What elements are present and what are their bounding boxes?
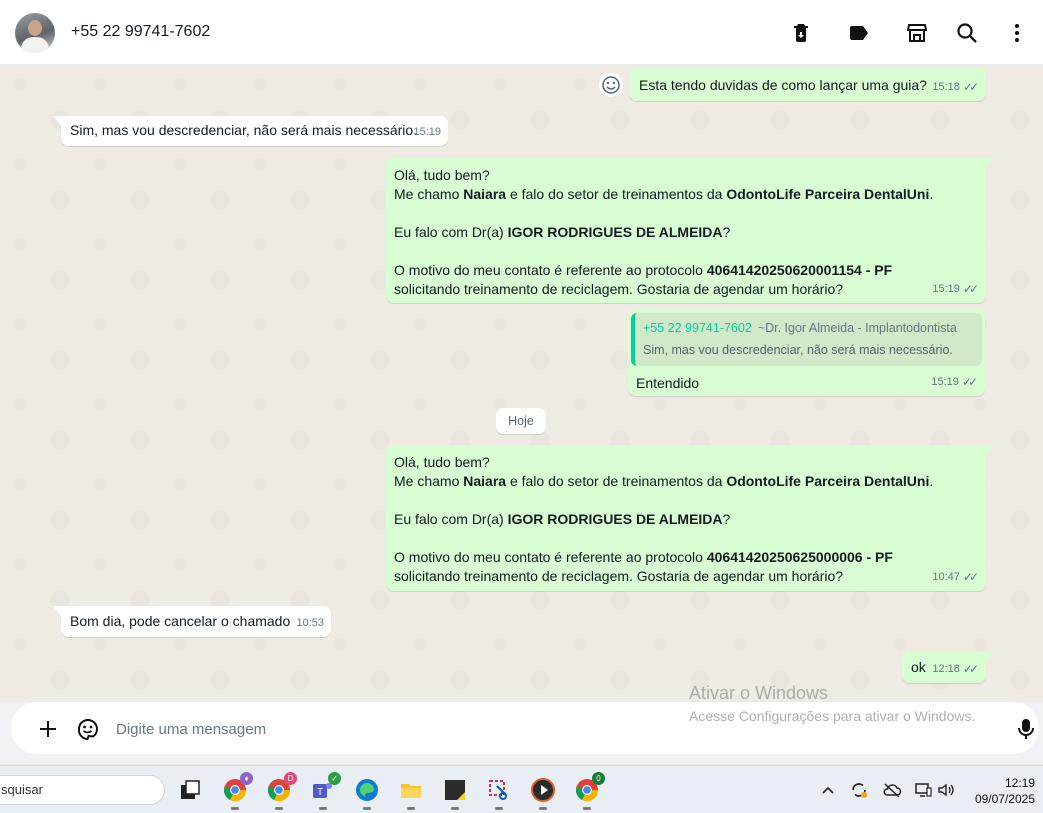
- chrome-icon[interactable]: ♦: [221, 772, 253, 810]
- message-text: Esta tendo duvidas de como lançar uma gu…: [639, 77, 927, 93]
- emoji-reaction-icon[interactable]: [599, 73, 623, 97]
- date-separator: Hoje: [496, 408, 546, 434]
- message-line: Me chamo Naiara e falo do setor de trein…: [394, 473, 934, 489]
- volume-icon[interactable]: [936, 780, 956, 800]
- microphone-icon[interactable]: [1014, 716, 1038, 742]
- message-line: solicitando treinamento de reciclagem. G…: [394, 568, 844, 584]
- message-time: 15:19: [931, 376, 959, 388]
- chrome-icon[interactable]: 0: [573, 772, 605, 810]
- message-meta: 15:19 ✓✓: [932, 280, 979, 299]
- message-time: 15:19: [932, 283, 960, 295]
- more-options-icon[interactable]: [1004, 20, 1030, 46]
- message-time: 15:18: [932, 81, 960, 93]
- quoted-message[interactable]: +55 22 99741-7602 ~Dr. Igor Almeida - Imp…: [631, 313, 982, 366]
- clock-time[interactable]: 12:19: [975, 776, 1035, 790]
- message-bubble-outgoing[interactable]: ok 12:18 ✓✓: [902, 652, 994, 683]
- read-ticks-icon: ✓✓: [962, 282, 979, 296]
- message-meta: 10:53: [296, 614, 324, 633]
- message-time: 15:19: [413, 126, 441, 138]
- attach-plus-icon[interactable]: [35, 716, 61, 742]
- message-bubble-incoming[interactable]: Bom dia, pode cancelar o chamado 10:53: [53, 606, 331, 637]
- contact-name[interactable]: +55 22 99741-7602: [71, 23, 210, 41]
- check-badge-icon: ✓: [328, 772, 341, 785]
- message-time: 12:18: [932, 663, 960, 675]
- quoted-alias: ~Dr. Igor Almeida - Implantodontista: [757, 321, 957, 335]
- message-meta: 12:18 ✓✓: [932, 660, 979, 679]
- file-explorer-icon[interactable]: [397, 776, 425, 810]
- media-player-icon[interactable]: [529, 776, 557, 810]
- edge-icon[interactable]: [353, 776, 381, 810]
- message-text: Bom dia, pode cancelar o chamado: [70, 613, 291, 629]
- message-bubble-outgoing-reply[interactable]: +55 22 99741-7602 ~Dr. Igor Almeida - Imp…: [628, 310, 985, 396]
- message-meta: 15:19: [413, 123, 441, 142]
- message-line: O motivo do meu contato é referente ao p…: [394, 549, 893, 565]
- message-text: ok: [911, 659, 926, 675]
- sync-icon[interactable]: [849, 780, 869, 800]
- delete-icon[interactable]: [788, 20, 814, 46]
- message-line: Olá, tudo bem?: [394, 167, 490, 183]
- cloud-offline-icon[interactable]: [882, 780, 902, 800]
- quoted-author: +55 22 99741-7602: [643, 321, 752, 335]
- read-ticks-icon: ✓✓: [962, 662, 979, 676]
- message-bubble-outgoing[interactable]: Olá, tudo bem? Me chamo Naiara e falo do…: [386, 158, 994, 303]
- activation-watermark-subtitle: Acesse Configurações para ativar o Windo…: [689, 708, 976, 724]
- message-time: 10:53: [296, 617, 324, 629]
- task-view-icon[interactable]: [176, 776, 204, 804]
- chevron-up-icon[interactable]: [818, 780, 838, 800]
- quoted-text: Sim, mas vou descredenciar, não será mai…: [643, 343, 953, 357]
- network-icon[interactable]: [913, 780, 933, 800]
- taskbar-search-box[interactable]: squisar: [0, 775, 165, 805]
- windows-taskbar: squisar ♦ D T ✓ 0 12:19 09/07/2025: [0, 765, 1043, 813]
- sticky-notes-icon[interactable]: [441, 776, 469, 810]
- message-bubble-incoming[interactable]: Sim, mas vou descredenciar, não será mai…: [53, 116, 448, 146]
- read-ticks-icon: ✓✓: [962, 570, 979, 584]
- chrome-icon[interactable]: D: [265, 772, 297, 810]
- message-time: 10:47: [932, 571, 960, 583]
- label-icon[interactable]: [846, 20, 872, 46]
- read-ticks-icon: ✓✓: [961, 375, 978, 389]
- profile-badge: 0: [592, 772, 605, 785]
- message-meta: 15:18 ✓✓: [932, 78, 979, 97]
- catalog-icon[interactable]: [904, 20, 930, 46]
- chat-header: +55 22 99741-7602: [0, 0, 1043, 65]
- message-line: Eu falo com Dr(a) IGOR RODRIGUES DE ALME…: [394, 511, 731, 527]
- activation-watermark-title: Ativar o Windows: [689, 683, 829, 703]
- message-line: Olá, tudo bem?: [394, 454, 490, 470]
- message-text: Entendido: [636, 375, 700, 391]
- sticker-icon[interactable]: [74, 715, 102, 743]
- message-bubble-outgoing[interactable]: Olá, tudo bem? Me chamo Naiara e falo do…: [386, 445, 994, 591]
- clock-date[interactable]: 09/07/2025: [960, 792, 1035, 806]
- teams-icon[interactable]: T ✓: [309, 772, 341, 810]
- contact-avatar[interactable]: [15, 13, 55, 53]
- message-line: Eu falo com Dr(a) IGOR RODRIGUES DE ALME…: [394, 224, 731, 240]
- svg-text:T: T: [317, 787, 323, 798]
- snipping-tool-icon[interactable]: [485, 776, 513, 810]
- message-line: solicitando treinamento de reciclagem. G…: [394, 281, 844, 297]
- message-bubble-outgoing[interactable]: Esta tendo duvidas de como lançar uma gu…: [629, 67, 986, 101]
- chat-area: Esta tendo duvidas de como lançar uma gu…: [0, 65, 1043, 702]
- message-text: Sim, mas vou descredenciar, não será mai…: [70, 122, 418, 138]
- read-ticks-icon: ✓✓: [962, 80, 979, 94]
- message-meta: 15:19 ✓✓: [931, 373, 978, 392]
- message-line: O motivo do meu contato é referente ao p…: [394, 262, 893, 278]
- profile-badge: D: [284, 772, 297, 785]
- message-line: Me chamo Naiara e falo do setor de trein…: [394, 186, 934, 202]
- message-meta: 10:47 ✓✓: [932, 568, 979, 587]
- search-icon[interactable]: [954, 20, 980, 46]
- profile-badge-icon: ♦: [240, 772, 253, 785]
